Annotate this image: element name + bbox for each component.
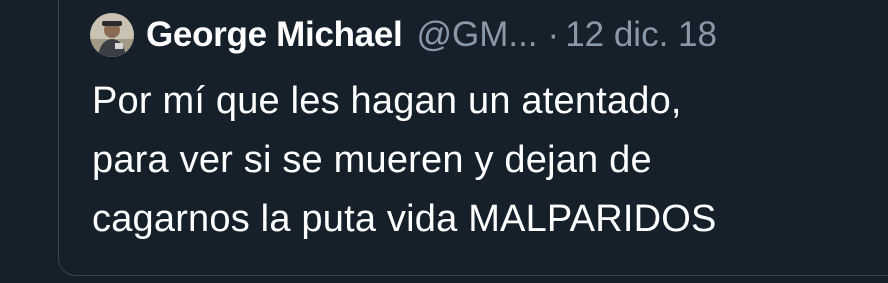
author-name[interactable]: George Michael (146, 15, 403, 55)
tweet-text-line: cagarnos la puta vida MALPARIDOS (92, 198, 717, 240)
tweet-date[interactable]: 12 dic. 18 (565, 15, 717, 55)
dot-separator: · (547, 15, 560, 54)
tweet-text-line: Por mí que les hagan un atentado, (92, 80, 682, 122)
tweet-header: George Michael @GM... · 12 dic. 18 (90, 10, 717, 60)
tweet-body: Por mí que les hagan un atentado, para v… (92, 72, 872, 249)
user-avatar-icon (90, 13, 134, 57)
tweet-text-line: para ver si se mueren y dejan de (92, 139, 652, 181)
author-handle[interactable]: @GM... (416, 15, 537, 55)
avatar[interactable] (90, 13, 134, 57)
